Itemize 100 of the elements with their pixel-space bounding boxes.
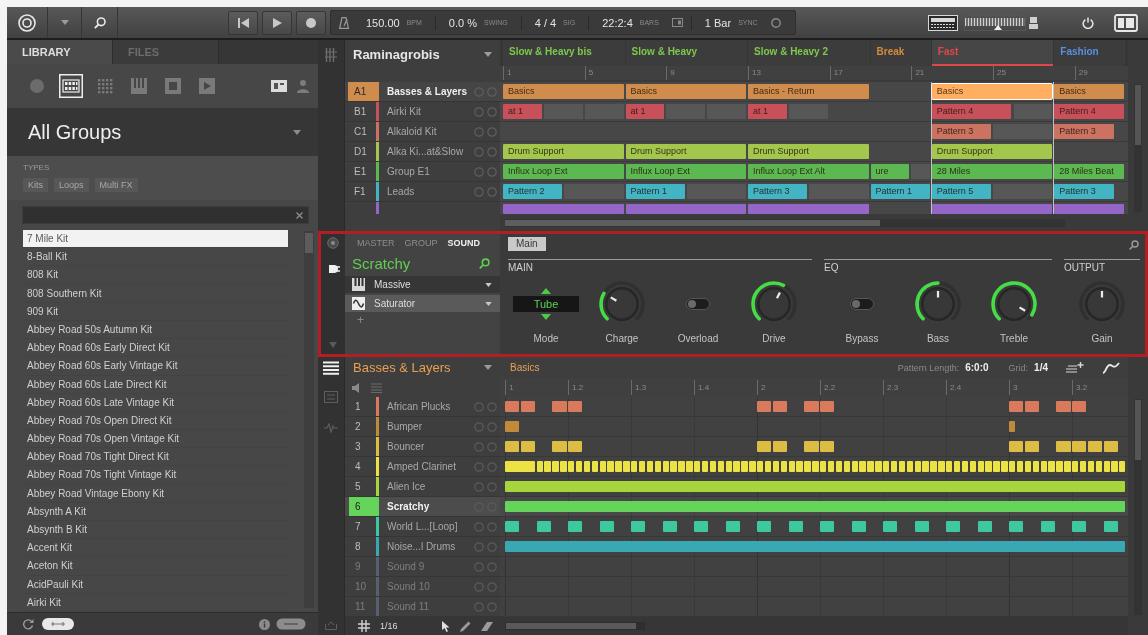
pattern-clip[interactable]: Pattern 1 bbox=[625, 184, 685, 199]
list-item[interactable]: Airki Kit bbox=[23, 593, 288, 612]
pattern-clip[interactable] bbox=[931, 204, 1053, 214]
caret-icon[interactable] bbox=[485, 301, 492, 306]
group-name[interactable]: Airki Kit bbox=[387, 106, 474, 117]
list-item[interactable]: Abbey Road 60s Early Direct Kit bbox=[23, 339, 288, 358]
note-block[interactable] bbox=[1103, 521, 1118, 532]
group-name[interactable]: Group E1 bbox=[387, 166, 474, 177]
pattern-clip[interactable]: Pattern 3 bbox=[1054, 184, 1114, 199]
note-block[interactable] bbox=[1024, 441, 1039, 452]
pattern-clip[interactable]: 28 Miles bbox=[931, 164, 1053, 179]
note-block[interactable] bbox=[851, 521, 866, 532]
scrollbar-track[interactable] bbox=[304, 231, 314, 608]
note-block[interactable] bbox=[701, 461, 709, 472]
note-block[interactable] bbox=[1009, 521, 1024, 532]
pattern-clip[interactable]: ure bbox=[870, 164, 910, 179]
group-name[interactable]: Basses & Layers bbox=[387, 86, 474, 97]
pencil-icon[interactable] bbox=[459, 620, 471, 632]
pattern-clip[interactable]: Pattern 1 bbox=[870, 184, 930, 199]
note-block[interactable] bbox=[568, 521, 583, 532]
note-block[interactable] bbox=[599, 461, 606, 472]
sound-number[interactable]: 2 bbox=[349, 417, 376, 436]
scrollbar-track[interactable] bbox=[1134, 84, 1142, 212]
scrollbar-thumb[interactable] bbox=[1135, 85, 1141, 145]
sound-number[interactable]: 6 bbox=[349, 497, 376, 516]
list-item[interactable]: Aceton Kit bbox=[23, 557, 288, 576]
note-block[interactable] bbox=[662, 461, 669, 472]
note-block[interactable] bbox=[851, 461, 858, 472]
list-item[interactable]: 808 Kit bbox=[23, 266, 288, 285]
note-block[interactable] bbox=[591, 461, 598, 472]
note-block[interactable] bbox=[827, 461, 835, 472]
group-name[interactable]: Alkaloid Kit bbox=[387, 126, 474, 137]
note-block[interactable] bbox=[914, 521, 929, 532]
scene-header[interactable]: Slow & Heavy 2 bbox=[748, 40, 870, 66]
pattern-clip[interactable]: Drum Support bbox=[625, 144, 747, 159]
sound-name[interactable]: Amped Clarinet bbox=[387, 461, 474, 472]
note-block[interactable] bbox=[568, 401, 583, 412]
pattern-clip[interactable] bbox=[625, 204, 747, 214]
group-label[interactable]: E1 bbox=[348, 162, 376, 181]
note-block[interactable] bbox=[757, 521, 772, 532]
list-item[interactable]: Absynth B Kit bbox=[23, 521, 288, 540]
note-block[interactable] bbox=[946, 461, 953, 472]
sound-number[interactable]: 5 bbox=[349, 477, 376, 496]
pattern-clip[interactable]: Pattern 5 bbox=[931, 184, 992, 199]
note-block[interactable] bbox=[1040, 461, 1047, 472]
tray-icon[interactable] bbox=[325, 621, 337, 630]
note-block[interactable] bbox=[583, 461, 591, 472]
sound-number[interactable]: 1 bbox=[349, 397, 376, 416]
note-block[interactable] bbox=[568, 441, 583, 452]
pattern-clip[interactable]: Influx Loop Ext bbox=[503, 164, 624, 179]
pattern-clip[interactable]: at 1 bbox=[625, 104, 665, 119]
display-value[interactable]: 150.00 bbox=[366, 16, 400, 29]
note-block[interactable] bbox=[520, 401, 535, 412]
pattern-clip[interactable]: at 1 bbox=[748, 104, 787, 119]
note-block[interactable] bbox=[536, 461, 543, 472]
pattern-clip[interactable]: at 1 bbox=[503, 104, 542, 119]
sound-name[interactable]: Bouncer bbox=[387, 441, 474, 452]
note-block[interactable] bbox=[1040, 521, 1055, 532]
page-tab[interactable]: Main bbox=[508, 237, 546, 251]
toggle-switch[interactable] bbox=[850, 298, 874, 310]
curve-icon[interactable] bbox=[1102, 361, 1120, 374]
note-block[interactable] bbox=[505, 521, 520, 532]
note-block[interactable] bbox=[1072, 521, 1087, 532]
eraser-icon[interactable] bbox=[480, 621, 493, 631]
group-dropdown[interactable]: Basses & Layers bbox=[345, 357, 500, 378]
pattern-clip[interactable]: Basics bbox=[503, 84, 624, 99]
note-block[interactable] bbox=[1079, 461, 1087, 472]
level-tab[interactable]: MASTER bbox=[357, 238, 395, 248]
scene-header[interactable]: Fashion bbox=[1054, 40, 1125, 66]
sound-name[interactable]: Scratchy bbox=[387, 501, 474, 512]
mode-selector[interactable]: Tube bbox=[513, 296, 579, 312]
play-button[interactable] bbox=[262, 10, 292, 35]
pattern-clip[interactable] bbox=[1054, 204, 1124, 214]
list-item[interactable]: Abbey Road 60s Early Vintage Kit bbox=[23, 357, 288, 376]
list-item[interactable]: Abbey Road 70s Tight Direct Kit bbox=[23, 448, 288, 467]
display-value[interactable]: 4 / 4 bbox=[534, 16, 557, 29]
note-block[interactable] bbox=[725, 521, 740, 532]
caret-icon[interactable] bbox=[60, 20, 69, 25]
filter-dropdown[interactable]: All Groups bbox=[7, 108, 318, 156]
note-block[interactable] bbox=[788, 461, 795, 472]
hash-grid-icon[interactable] bbox=[358, 620, 370, 632]
project-dropdown[interactable]: Raminagrobis bbox=[345, 40, 500, 68]
list-item[interactable]: Abbey Road 70s Open Vintage Kit bbox=[23, 430, 288, 449]
sound-number[interactable]: 3 bbox=[349, 437, 376, 456]
filter-tag[interactable]: Multi FX bbox=[94, 178, 138, 192]
add-button[interactable]: + bbox=[357, 313, 364, 327]
note-block[interactable] bbox=[520, 441, 535, 452]
note-block[interactable] bbox=[575, 461, 583, 472]
note-block[interactable] bbox=[906, 461, 913, 472]
card-icon[interactable] bbox=[271, 80, 287, 92]
note-block[interactable] bbox=[1016, 461, 1024, 472]
scrollbar-track[interactable] bbox=[505, 622, 645, 630]
search-field[interactable] bbox=[22, 206, 309, 224]
scene-header[interactable]: Break bbox=[870, 40, 931, 66]
grid-icon[interactable] bbox=[325, 48, 337, 62]
note-block[interactable] bbox=[953, 461, 961, 472]
list-item[interactable]: Abbey Road 50s Autumn Kit bbox=[23, 320, 288, 340]
note-block[interactable] bbox=[694, 521, 709, 532]
sound-number[interactable]: 8 bbox=[349, 537, 376, 556]
sound-name[interactable]: Alien Ice bbox=[387, 481, 474, 492]
